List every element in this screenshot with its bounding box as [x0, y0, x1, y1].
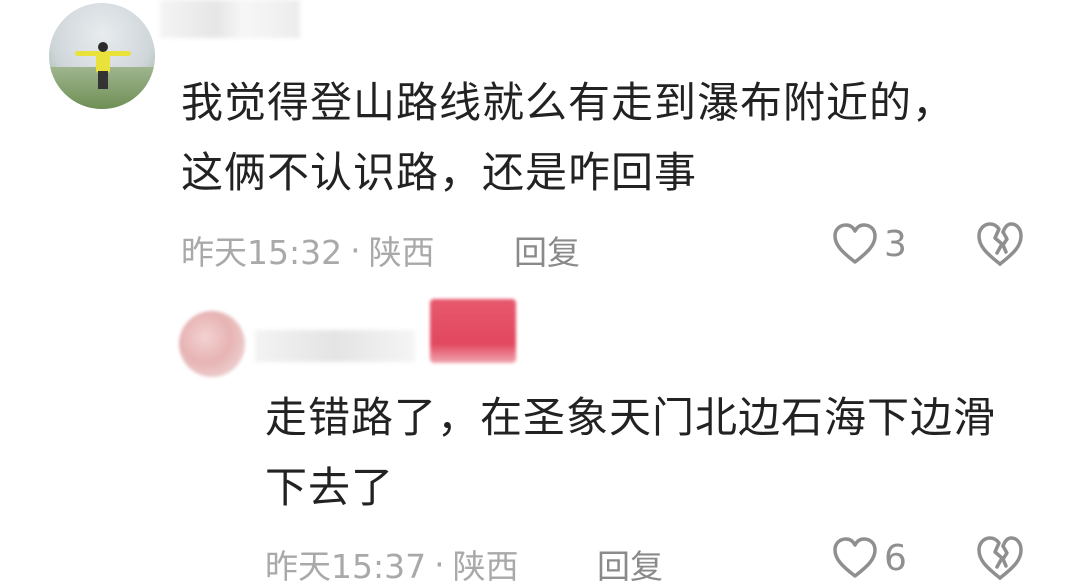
reply-button[interactable]: 回复	[597, 540, 663, 588]
author-badge-blurred	[430, 299, 516, 363]
username-blurred[interactable]	[255, 330, 415, 362]
comment-text: 走错路了，在圣象天门北边石海下边滑 下去了	[265, 383, 1055, 523]
avatar-figure-legs	[98, 71, 108, 89]
avatar-figure-body	[96, 51, 110, 73]
like-button[interactable]: 3	[832, 222, 907, 266]
comment-text: 我觉得登山路线就么有走到瀑布附近的， 这俩不认识路，还是咋回事	[181, 68, 1031, 208]
comment-text-line: 下去了	[265, 463, 395, 512]
comment-text-line: 走错路了，在圣象天门北边石海下边滑	[265, 393, 997, 442]
comment-text-line: 我觉得登山路线就么有走到瀑布附近的，	[181, 78, 956, 127]
heart-outline-icon	[833, 223, 877, 264]
comment-location: 陕西	[368, 233, 435, 272]
comment-meta: 昨天15:32 · 陕西	[181, 226, 435, 274]
comment-text-line: 这俩不认识路，还是咋回事	[181, 148, 698, 197]
user-avatar[interactable]	[179, 311, 245, 377]
reply-button[interactable]: 回复	[514, 226, 580, 274]
comment-meta: 昨天15:37 · 陕西	[265, 540, 519, 588]
like-count: 6	[884, 537, 907, 579]
avatar-figure-head	[98, 42, 108, 52]
meta-separator: ·	[350, 230, 361, 270]
comment-time: 昨天15:32	[181, 233, 343, 272]
comment-location: 陕西	[452, 547, 519, 586]
like-count: 3	[884, 223, 907, 265]
heart-outline-icon	[833, 537, 877, 578]
comment-time: 昨天15:37	[265, 547, 427, 586]
user-avatar[interactable]	[49, 3, 155, 109]
username-blurred[interactable]	[160, 0, 300, 38]
broken-heart-icon[interactable]	[975, 534, 1025, 582]
broken-heart-icon[interactable]	[975, 220, 1025, 268]
meta-separator: ·	[434, 544, 445, 584]
like-button[interactable]: 6	[832, 536, 907, 580]
